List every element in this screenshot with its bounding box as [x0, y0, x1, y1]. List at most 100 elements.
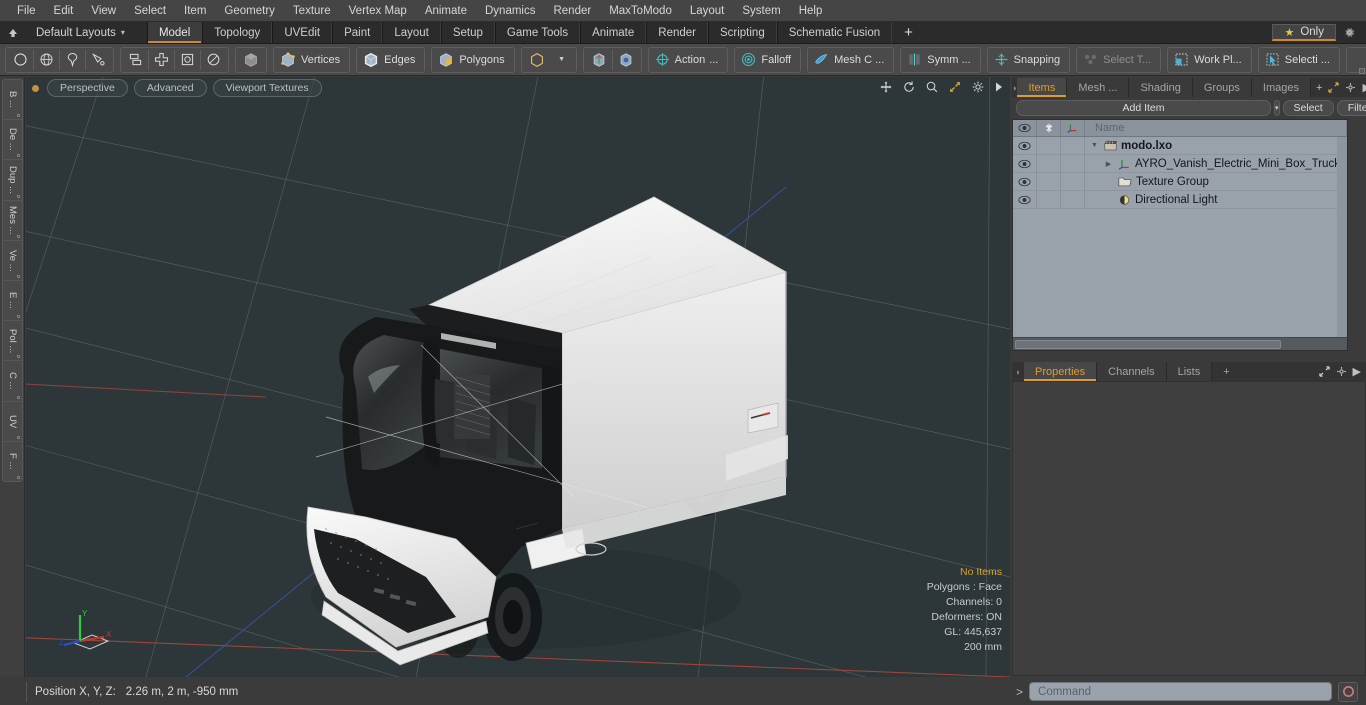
zoom-icon[interactable] [925, 80, 939, 94]
viewport-shading-button[interactable]: Advanced [133, 79, 207, 97]
left-tab-curve[interactable]: C ... [3, 361, 22, 402]
table-row[interactable]: ▼ modo.lxo [1013, 137, 1347, 155]
viewport-projection-button[interactable]: Perspective [47, 79, 128, 97]
tab-paint[interactable]: Paint [332, 22, 383, 43]
eye-icon[interactable] [1013, 120, 1037, 136]
polygons-mode-button[interactable]: Polygons [434, 49, 511, 71]
gear-icon[interactable] [971, 80, 985, 94]
paint-select-icon[interactable] [86, 49, 111, 71]
row-axis-cell[interactable] [1061, 191, 1085, 208]
row-lock-cell[interactable] [1037, 155, 1061, 172]
tab-items[interactable]: Items [1017, 78, 1068, 97]
filter-button[interactable]: Filter [1336, 99, 1366, 116]
row-visibility-toggle[interactable] [1013, 137, 1037, 154]
row-visibility-toggle[interactable] [1013, 155, 1037, 172]
twirl-right-icon[interactable]: ▶ [1103, 160, 1114, 168]
tab-render[interactable]: Render [646, 22, 708, 43]
tab-scripting[interactable]: Scripting [707, 22, 777, 43]
row-lock-cell[interactable] [1037, 191, 1061, 208]
chevron-right-icon[interactable]: ▶ [1362, 81, 1366, 94]
menu-item-help[interactable]: Help [790, 2, 832, 20]
menu-item-render[interactable]: Render [544, 2, 600, 20]
selection-set-button[interactable]: Selecti ... [1261, 49, 1337, 71]
select-through-button[interactable]: Select T... [1079, 49, 1158, 71]
row-visibility-toggle[interactable] [1013, 173, 1037, 190]
pan-icon[interactable] [879, 80, 893, 94]
command-input[interactable] [1029, 682, 1332, 701]
left-tab-deform[interactable]: De ... [3, 120, 22, 161]
lasso-select-icon[interactable] [60, 49, 85, 71]
edges-mode-button[interactable]: Edges [359, 49, 422, 71]
left-tab-polygon[interactable]: Pol ... [3, 321, 22, 362]
menu-item-file[interactable]: File [8, 2, 45, 20]
item-tree[interactable]: Name ▼ modo.lxo ▶ AYRO_Vanish_Electric_M… [1012, 119, 1348, 351]
row-axis-cell[interactable] [1061, 155, 1085, 172]
menu-item-layout[interactable]: Layout [681, 2, 734, 20]
tab-uvedit[interactable]: UVEdit [272, 22, 333, 43]
tab-animate[interactable]: Animate [580, 22, 647, 43]
menu-item-view[interactable]: View [82, 2, 125, 20]
bounding-box-icon[interactable] [175, 49, 200, 71]
tab-mesh-ops[interactable]: Mesh ... [1067, 78, 1130, 97]
globe-select-icon[interactable] [34, 49, 59, 71]
record-icon[interactable] [1338, 681, 1358, 702]
add-properties-tab-button[interactable]: + [1212, 362, 1241, 381]
action-center-button[interactable]: Action ... [651, 49, 726, 71]
menu-item-system[interactable]: System [733, 2, 789, 20]
table-row[interactable]: Directional Light [1013, 191, 1347, 209]
falloff-preset-a-icon[interactable] [586, 49, 612, 71]
falloff-button[interactable]: Falloff [737, 49, 798, 71]
chevron-down-icon[interactable]: ▼ [550, 49, 574, 71]
items-mode-icon[interactable] [524, 49, 550, 71]
tab-images[interactable]: Images [1251, 78, 1311, 97]
falloff-preset-b-icon[interactable] [613, 49, 639, 71]
only-toggle-button[interactable]: ★ Only [1272, 24, 1336, 41]
gear-icon[interactable] [1336, 22, 1362, 43]
item-row-directional-light[interactable]: Directional Light [1085, 191, 1347, 208]
menu-item-edit[interactable]: Edit [45, 2, 83, 20]
mesh-constraint-button[interactable]: Mesh C ... [810, 49, 891, 71]
plus-icon[interactable]: + [1316, 82, 1322, 94]
lock-icon[interactable] [1037, 120, 1061, 136]
item-tree-vertical-scrollbar[interactable] [1337, 137, 1347, 337]
row-axis-cell[interactable] [1061, 137, 1085, 154]
tab-lists[interactable]: Lists [1166, 362, 1213, 381]
home-up-icon[interactable] [0, 22, 26, 43]
item-row-scene[interactable]: ▼ modo.lxo [1085, 137, 1347, 154]
axis-icon[interactable] [1061, 120, 1085, 136]
menu-item-dynamics[interactable]: Dynamics [476, 2, 544, 20]
left-tab-vertex[interactable]: Ve ... [3, 241, 22, 282]
left-tab-duplicate[interactable]: Dup ... [3, 160, 22, 201]
row-visibility-toggle[interactable] [1013, 191, 1037, 208]
tab-layout[interactable]: Layout [382, 22, 441, 43]
work-plane-button[interactable]: Work Pl... [1170, 49, 1248, 71]
left-tab-fusion[interactable]: F ... [3, 442, 22, 481]
gear-icon[interactable] [1345, 82, 1356, 93]
menu-item-select[interactable]: Select [125, 2, 175, 20]
tab-topology[interactable]: Topology [202, 22, 273, 43]
chevron-right-icon[interactable]: ▶ [1353, 365, 1361, 378]
menu-item-vertex-map[interactable]: Vertex Map [340, 2, 416, 20]
tab-channels[interactable]: Channels [1097, 362, 1167, 381]
gear-icon[interactable] [1336, 366, 1347, 377]
select-button[interactable]: Select [1282, 99, 1334, 116]
row-axis-cell[interactable] [1061, 173, 1085, 190]
center-cross-icon[interactable] [149, 49, 174, 71]
item-row-truck-mesh[interactable]: ▶ AYRO_Vanish_Electric_Mini_Box_Truck [1085, 155, 1347, 172]
symmetry-button[interactable]: Symm ... [903, 49, 977, 71]
snapping-button[interactable]: Snapping [990, 49, 1068, 71]
add-layout-tab-button[interactable]: + [892, 22, 925, 43]
menu-item-geometry[interactable]: Geometry [215, 2, 284, 20]
twirl-down-icon[interactable]: ▼ [1089, 142, 1100, 149]
scrollbar-thumb[interactable] [1015, 340, 1281, 349]
viewport-textures-button[interactable]: Viewport Textures [212, 79, 322, 97]
vertices-mode-button[interactable]: Vertices [276, 49, 347, 71]
play-arrow-icon[interactable] [994, 81, 1004, 93]
tab-game-tools[interactable]: Game Tools [494, 22, 581, 43]
table-row[interactable]: ▶ AYRO_Vanish_Electric_Mini_Box_Truck [1013, 155, 1347, 173]
row-lock-cell[interactable] [1037, 137, 1061, 154]
table-row[interactable]: Texture Group [1013, 173, 1347, 191]
perspective-viewport[interactable]: Perspective Advanced Viewport Textures N… [26, 77, 1010, 677]
tab-properties[interactable]: Properties [1024, 362, 1098, 381]
menu-item-item[interactable]: Item [175, 2, 215, 20]
